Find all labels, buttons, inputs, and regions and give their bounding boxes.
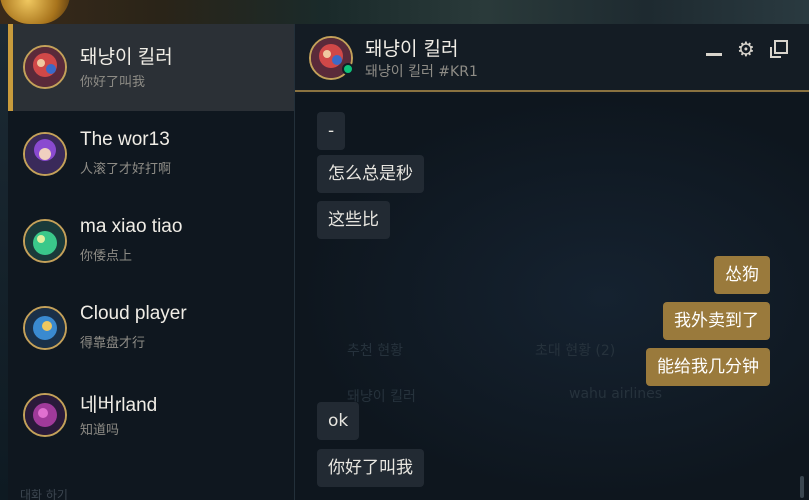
popout-icon[interactable] xyxy=(768,38,790,60)
game-background-edge xyxy=(0,24,8,500)
friend-name: The wor13 xyxy=(80,129,170,150)
avatar xyxy=(23,306,67,350)
avatar xyxy=(23,45,67,89)
message-bubble: ok xyxy=(317,402,360,440)
message-bubble: - xyxy=(317,112,346,150)
friend-name: ma xiao tiao xyxy=(80,216,183,237)
friend-status: 你好了叫我 xyxy=(80,75,146,90)
friend-name: Cloud player xyxy=(80,303,187,324)
avatar xyxy=(23,132,67,176)
friend-item[interactable]: ma xiao tiao 你倭点上 xyxy=(8,198,294,285)
friend-name: 돼냥이 킬러 xyxy=(80,47,173,68)
friend-item[interactable]: 돼냥이 킬러 你好了叫我 xyxy=(8,24,294,111)
friend-item[interactable]: The wor13 人滚了才好打啊 xyxy=(8,111,294,198)
friend-name: 네버rland xyxy=(80,395,158,416)
friend-status: 人滚了才好打啊 xyxy=(80,162,172,177)
game-background-strip xyxy=(0,0,809,24)
message-bubble: 怎么总是秒 xyxy=(317,155,424,193)
friend-status: 你倭点上 xyxy=(80,249,133,264)
scrollbar[interactable] xyxy=(800,476,804,498)
chat-header: 돼냥이 킬러 돼냥이 킬러 #KR1 ⚙ xyxy=(295,24,809,92)
friend-status: 知道吗 xyxy=(80,423,120,438)
online-status-dot xyxy=(342,63,354,75)
friend-item[interactable]: 네버rland 知道吗 xyxy=(8,372,294,459)
message-bubble: 你好了叫我 xyxy=(317,449,424,487)
message-bubble: 这些比 xyxy=(317,201,390,239)
message-bubble: 我外卖到了 xyxy=(663,302,770,340)
ghost-text: 추천 현황 xyxy=(347,343,403,359)
ghost-text: wahu airlines xyxy=(569,386,663,402)
chat-subtitle: 돼냥이 킬러 #KR1 xyxy=(365,64,478,80)
chat-title: 돼냥이 킬러 xyxy=(365,38,459,60)
friend-list-footer: 대화 하기 xyxy=(20,488,68,500)
message-area[interactable]: 추천 현황 초대 현황 (2) 돼냥이 킬러 wahu airlines - 怎… xyxy=(295,94,809,500)
avatar xyxy=(23,393,67,437)
ghost-text: 초대 현황 (2) xyxy=(535,343,616,359)
minimize-icon[interactable] xyxy=(703,38,725,60)
message-bubble: 能给我几分钟 xyxy=(646,348,770,386)
friend-item[interactable]: Cloud player 得靠盘才行 xyxy=(8,285,294,372)
friend-list: 돼냥이 킬러 你好了叫我 The wor13 人滚了才好打啊 ma xiao t… xyxy=(8,24,294,500)
avatar xyxy=(23,219,67,263)
message-bubble: 怂狗 xyxy=(714,256,770,294)
game-emblem xyxy=(0,0,70,24)
friend-status: 得靠盘才行 xyxy=(80,336,146,351)
gear-icon[interactable]: ⚙ xyxy=(735,38,757,60)
chat-panel: 돼냥이 킬러 돼냥이 킬러 #KR1 ⚙ 추천 현황 초대 현황 (2) 돼냥이… xyxy=(294,24,809,500)
